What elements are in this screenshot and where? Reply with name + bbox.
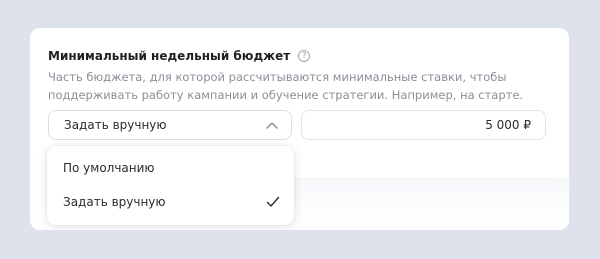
- budget-amount-value: 5 000 ₽: [485, 118, 531, 132]
- background-band: [292, 178, 569, 230]
- dropdown-option-default[interactable]: По умолчанию: [47, 152, 294, 184]
- section-title: Минимальный недельный бюджет: [48, 49, 291, 63]
- dropdown-option-label: По умолчанию: [63, 161, 155, 175]
- budget-mode-select-value: Задать вручную: [64, 118, 167, 132]
- dropdown-option-label: Задать вручную: [63, 195, 166, 209]
- dropdown-option-manual[interactable]: Задать вручную: [47, 186, 294, 218]
- chevron-up-icon: [265, 120, 279, 130]
- checkmark-icon: [266, 195, 280, 209]
- section-description: Часть бюджета, для которой рассчитываютс…: [48, 70, 524, 102]
- budget-settings-card: Минимальный недельный бюджет ? Часть бюд…: [30, 28, 569, 230]
- budget-amount-input[interactable]: 5 000 ₽: [301, 110, 546, 140]
- budget-mode-dropdown: По умолчанию Задать вручную: [47, 146, 294, 225]
- divider: [292, 178, 550, 179]
- question-icon[interactable]: ?: [298, 50, 311, 62]
- budget-mode-select[interactable]: Задать вручную: [48, 110, 292, 140]
- section-header: Минимальный недельный бюджет ?: [48, 47, 311, 65]
